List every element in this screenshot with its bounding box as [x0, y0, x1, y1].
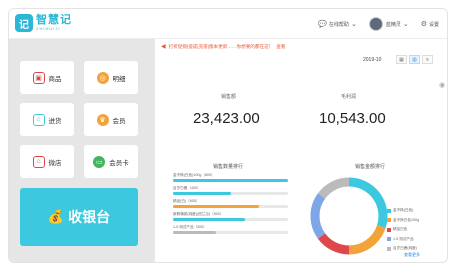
rank-row: 金不换(白色)100g（800）	[173, 173, 288, 182]
rank-row: 1-5 测试产品（300）	[173, 225, 288, 234]
rank-track	[173, 192, 288, 195]
avatar	[368, 17, 383, 31]
rank-label: 百岁白鹿（400）	[173, 186, 201, 190]
tile-label: 进货	[48, 117, 62, 125]
notice-bar[interactable]: ◀ 打折促销|提成|充值|版本更新……你想要的都在这！ 查看	[161, 43, 285, 51]
legend-swatch	[387, 246, 391, 251]
tile-member-card[interactable]: ▭ 会员卡	[84, 145, 138, 178]
tile-label: 会员卡	[109, 159, 129, 167]
chat-bubble-icon: 💬	[318, 21, 327, 28]
donut-slice	[348, 224, 386, 255]
tile-label: 微店	[48, 159, 62, 167]
legend-label: 金不换白色100g	[393, 217, 419, 222]
rank-row: 新鲜蒲菜(纯度)(西兰瓜)（500）	[173, 212, 288, 221]
app-subtitle: ZHIHUIJI	[36, 26, 61, 31]
eye-icon[interactable]: ◉	[439, 81, 445, 89]
sidebar: ▣ 商品 ◎ 明细 ⌂ 进货 ♛ 会员 ⌂ 微店 ▭ 会员卡 💰 收银台	[9, 39, 155, 262]
tile-label: 商品	[48, 75, 62, 83]
pie-title: 销售金额排行	[355, 164, 386, 170]
tile-details[interactable]: ◎ 明细	[84, 61, 138, 94]
help-button[interactable]: 💬 在线帮助 ⌄	[318, 20, 359, 28]
cashier-button[interactable]: 💰 收银台	[20, 188, 138, 246]
legend-swatch	[387, 208, 391, 213]
chevron-down-icon: ⌄	[402, 21, 409, 28]
pie-legend: 金不换(白色) 金不换白色100g 精品白色 1-5 测试产品 百岁白鹿(纯度)	[387, 206, 419, 254]
rank-bar	[173, 218, 245, 221]
tile-microstore[interactable]: ⌂ 微店	[20, 145, 74, 178]
sales-rank-title: 销售数量排行	[213, 164, 244, 170]
user-name: 蓝精灵	[385, 21, 401, 28]
tile-purchase[interactable]: ⌂ 进货	[20, 103, 74, 136]
top-bar: 记 智慧记 ZHIHUIJI 💬 在线帮助 ⌄ 蓝精灵 ⌄ ⚙ 设置	[9, 9, 447, 39]
rank-label: 1-5 测试产品（300）	[173, 225, 207, 229]
user-menu[interactable]: 蓝精灵 ⌄	[368, 17, 411, 31]
legend-item: 1-5 测试产品	[387, 235, 419, 245]
gross-profit-value: 10,543.00	[319, 110, 386, 127]
donut-slice	[348, 177, 388, 228]
rank-bar	[173, 231, 217, 234]
legend-label: 金不换(白色)	[393, 208, 414, 213]
view-switcher: ▦ ▥ ≡	[394, 55, 433, 64]
donut-slice	[317, 233, 350, 255]
tile-goods[interactable]: ▣ 商品	[20, 61, 74, 94]
view-list-button[interactable]: ≡	[422, 55, 433, 64]
rank-bar	[173, 192, 231, 195]
rank-bar	[173, 205, 260, 208]
crown-icon: ♛	[96, 113, 109, 126]
donut-slice	[317, 177, 350, 199]
rank-track	[173, 231, 288, 234]
app-name: 智慧记	[36, 14, 72, 26]
card-icon: ▭	[93, 155, 106, 168]
settings-button[interactable]: ⚙ 设置	[421, 20, 439, 28]
sales-amount-donut-chart	[310, 177, 388, 255]
rank-label: 精品(白)（600）	[173, 199, 200, 203]
sales-amount-label: 销售额	[221, 94, 237, 100]
settings-label: 设置	[428, 21, 439, 28]
legend-swatch	[387, 237, 391, 242]
legend-label: 1-5 测试产品	[393, 236, 414, 241]
legend-item: 金不换(白色)	[387, 206, 419, 216]
notice-link[interactable]: 查看	[276, 44, 285, 50]
dashboard: ◀ 打折促销|提成|充值|版本更新……你想要的都在这！ 查看 2019-10 ▦…	[155, 39, 447, 262]
legend-item: 精品白色	[387, 225, 419, 235]
chevron-down-icon: ⌄	[350, 21, 357, 28]
view-month-button[interactable]: ▥	[409, 55, 420, 64]
coin-icon: ◎	[96, 71, 109, 84]
gross-profit-label: 毛利润	[341, 94, 357, 100]
legend-label: 精品白色	[393, 227, 408, 232]
app-window: 记 智慧记 ZHIHUIJI 💬 在线帮助 ⌄ 蓝精灵 ⌄ ⚙ 设置 ▣ 商品 …	[8, 8, 448, 263]
donut-slice	[310, 193, 326, 239]
sales-amount-value: 23,423.00	[193, 110, 260, 127]
legend-label: 百岁白鹿(纯度)	[393, 246, 417, 251]
tile-label: 会员	[112, 117, 126, 125]
view-day-button[interactable]: ▦	[396, 55, 407, 64]
rank-label: 金不换(白色)100g（800）	[173, 173, 215, 177]
notice-text: 打折促销|提成|充值|版本更新……你想要的都在这！	[168, 43, 274, 49]
rank-row: 百岁白鹿（400）	[173, 186, 288, 195]
rank-row: 精品(白)（600）	[173, 199, 288, 208]
store-icon: ⌂	[32, 155, 45, 168]
rank-bar	[173, 179, 288, 182]
more-link[interactable]: 查看更多	[404, 252, 420, 258]
cashier-label: 收银台	[68, 209, 111, 225]
arrow-left-icon: ◀	[161, 44, 166, 50]
rank-label: 新鲜蒲菜(纯度)(西兰瓜)（500）	[173, 212, 224, 216]
money-bag-icon: 💰	[47, 209, 65, 224]
tile-label: 明细	[112, 75, 126, 83]
legend-swatch	[387, 227, 391, 232]
date-picker[interactable]: 2019-10	[363, 57, 381, 63]
rank-track	[173, 179, 288, 182]
rank-track	[173, 218, 288, 221]
rank-track	[173, 205, 288, 208]
help-label: 在线帮助	[328, 21, 349, 28]
cart-icon: ⌂	[32, 113, 45, 126]
goods-icon: ▣	[32, 71, 45, 84]
legend-item: 金不换白色100g	[387, 216, 419, 226]
logo-mark: 记	[15, 14, 33, 32]
legend-swatch	[387, 218, 391, 223]
gear-icon: ⚙	[420, 21, 427, 28]
tile-members[interactable]: ♛ 会员	[84, 103, 138, 136]
app-logo: 记 智慧记 ZHIHUIJI	[15, 14, 72, 32]
